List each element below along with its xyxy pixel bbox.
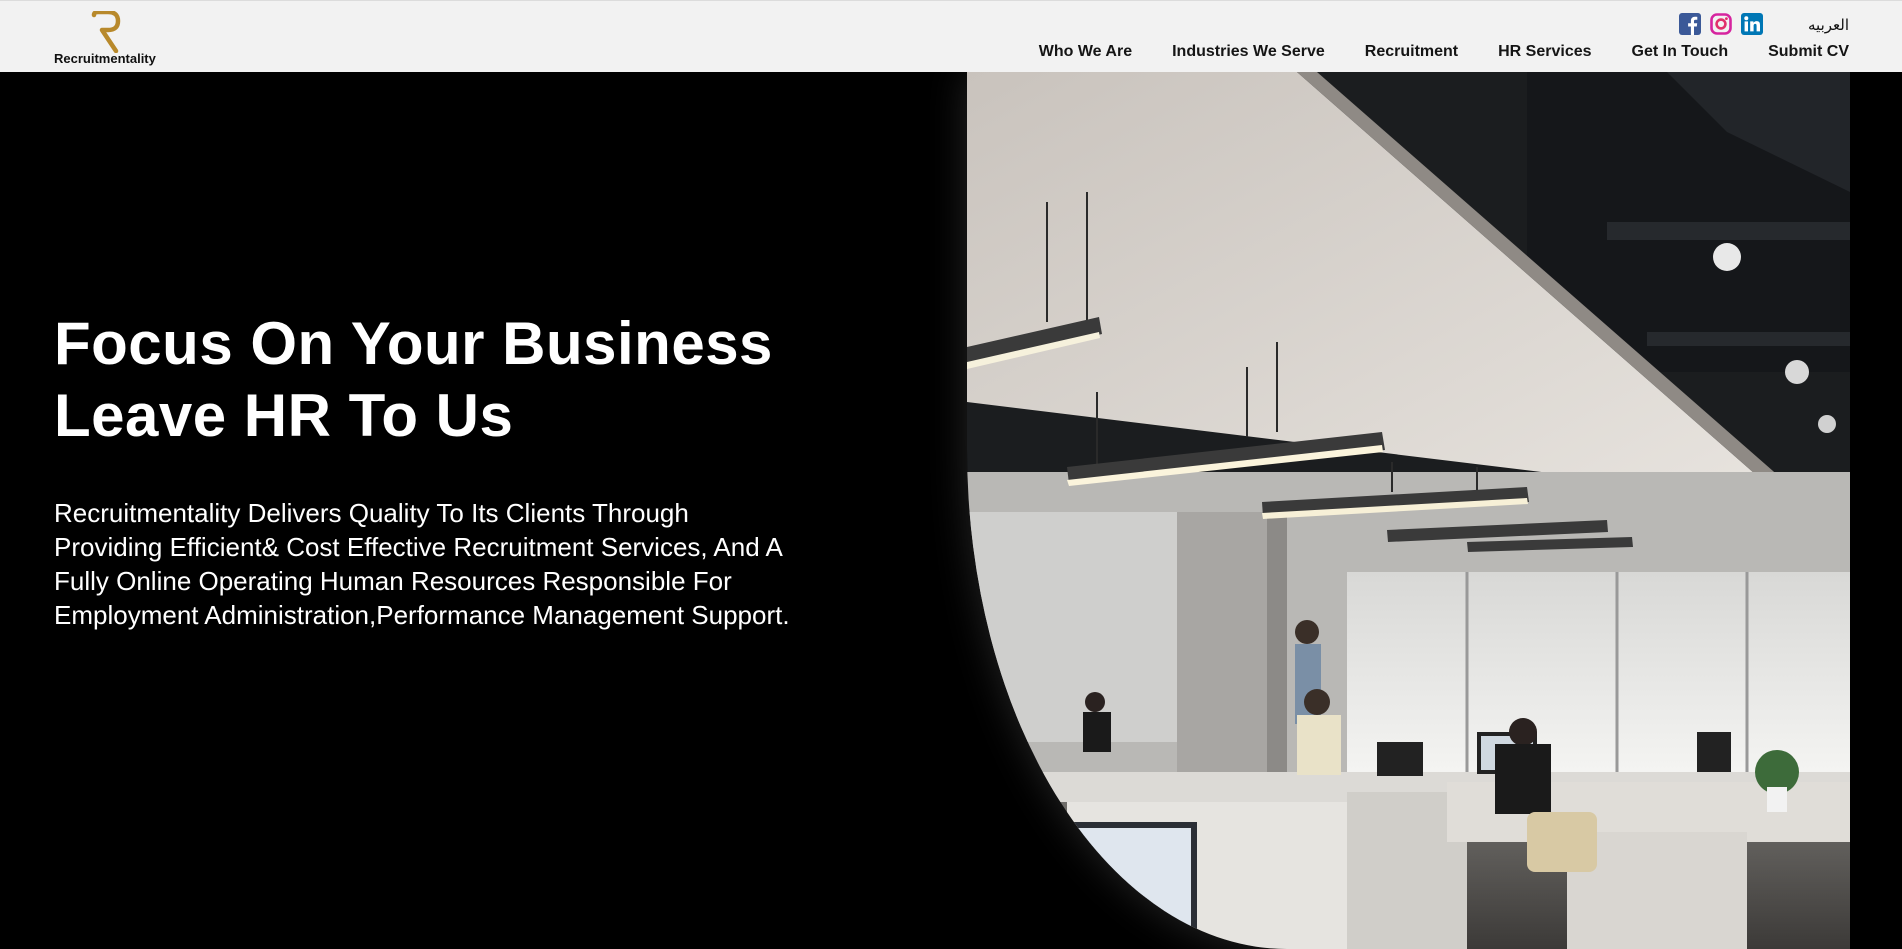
hero-section: Focus On Your Business Leave HR To Us Re… xyxy=(0,72,1902,949)
office-photo-image xyxy=(967,72,1850,949)
hero-tagline: Recruitmentality Delivers Quality To Its… xyxy=(54,498,790,630)
nav-submit-cv[interactable]: Submit CV xyxy=(1768,43,1849,61)
office-photo xyxy=(967,72,1850,949)
hero-headline: Focus On Your Business Leave HR To Us xyxy=(54,308,814,452)
nav-get-in-touch[interactable]: Get In Touch xyxy=(1632,43,1729,61)
facebook-link[interactable] xyxy=(1679,13,1701,35)
hero-right-edge xyxy=(1850,72,1902,949)
nav-industries-we-serve[interactable]: Industries We Serve xyxy=(1172,43,1325,61)
linkedin-link[interactable] xyxy=(1741,13,1763,35)
language-switch-link[interactable]: العربيه xyxy=(1808,16,1849,34)
logo-mark-icon xyxy=(91,11,121,53)
instagram-icon xyxy=(1710,13,1732,35)
facebook-icon xyxy=(1679,13,1701,35)
instagram-link[interactable] xyxy=(1710,13,1732,35)
hero-headline-line-1: Focus On Your Business xyxy=(54,310,773,377)
brand-name: Recruitmentality xyxy=(54,51,156,66)
brand-logo[interactable]: Recruitmentality xyxy=(54,11,166,67)
hero-copy: Focus On Your Business Leave HR To Us Re… xyxy=(54,308,814,632)
nav-who-we-are[interactable]: Who We Are xyxy=(1039,43,1132,61)
social-links xyxy=(1679,13,1772,35)
nav-recruitment[interactable]: Recruitment xyxy=(1365,43,1458,61)
hero-headline-line-2: Leave HR To Us xyxy=(54,382,514,449)
linkedin-icon xyxy=(1741,13,1763,35)
site-header: Recruitmentality العربيه Who We Are Indu… xyxy=(0,0,1902,72)
main-nav: Who We Are Industries We Serve Recruitme… xyxy=(999,43,1849,61)
nav-hr-services[interactable]: HR Services xyxy=(1498,43,1591,61)
